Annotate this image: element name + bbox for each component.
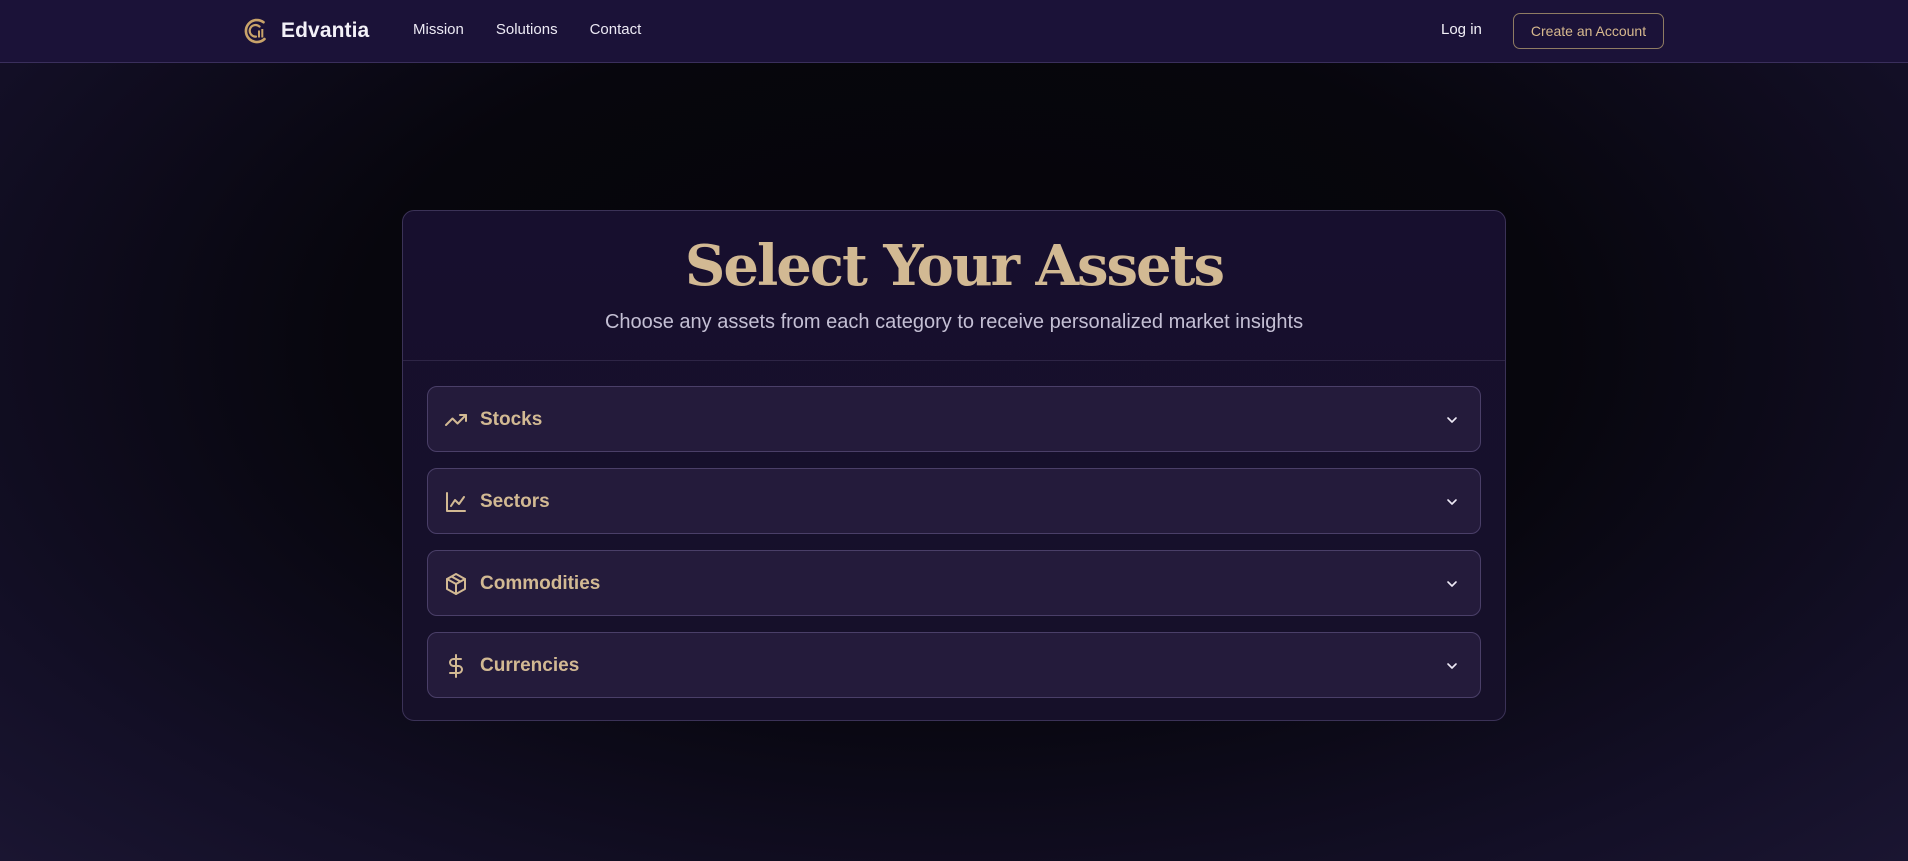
line-chart-icon	[444, 490, 468, 514]
package-icon	[444, 572, 468, 596]
nav-link-mission[interactable]: Mission	[413, 21, 464, 38]
brand-name: Edvantia	[281, 19, 370, 42]
top-navbar: Edvantia Mission Solutions Contact Log i…	[0, 0, 1908, 63]
asset-selection-card: Select Your Assets Choose any assets fro…	[402, 210, 1506, 721]
card-header: Select Your Assets Choose any assets fro…	[403, 211, 1505, 361]
accordion-currencies[interactable]: Currencies	[427, 632, 1481, 698]
accordion-commodities[interactable]: Commodities	[427, 550, 1481, 616]
page-subtitle: Choose any assets from each category to …	[604, 311, 1304, 333]
dollar-sign-icon	[444, 654, 468, 678]
accordion-label: Commodities	[480, 573, 601, 594]
chevron-down-icon	[1444, 494, 1460, 510]
chevron-down-icon	[1444, 658, 1460, 674]
accordion-sectors[interactable]: Sectors	[427, 468, 1481, 534]
chevron-down-icon	[1444, 412, 1460, 428]
chevron-down-icon	[1444, 576, 1460, 592]
edvantia-logo-icon	[244, 18, 266, 44]
brand-home-link[interactable]: Edvantia	[243, 14, 369, 48]
main-nav: Mission Solutions Contact	[413, 21, 641, 38]
accordion-label: Currencies	[480, 655, 580, 676]
nav-link-contact[interactable]: Contact	[590, 21, 642, 38]
login-link[interactable]: Log in	[1441, 21, 1482, 38]
nav-link-solutions[interactable]: Solutions	[496, 21, 558, 38]
page-title: Select Your Assets	[684, 233, 1225, 299]
create-account-button[interactable]: Create an Account	[1513, 13, 1664, 49]
accordion-label: Stocks	[480, 409, 543, 430]
accordion-stocks[interactable]: Stocks	[427, 386, 1481, 452]
trending-up-icon	[444, 408, 468, 432]
accordion-label: Sectors	[480, 491, 550, 512]
